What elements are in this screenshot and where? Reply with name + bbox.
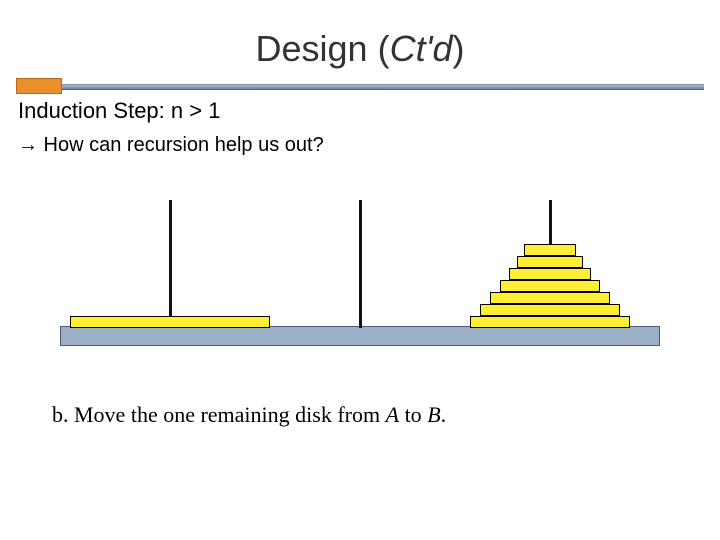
hanoi-disk — [470, 316, 630, 328]
sub-line-text: How can recursion help us out? — [38, 134, 324, 156]
divider-rule — [16, 84, 704, 90]
hanoi-peg-2 — [359, 200, 362, 328]
caption: b. Move the one remaining disk from A to… — [52, 402, 446, 428]
hanoi-disk — [500, 280, 600, 292]
hanoi-disk — [509, 268, 591, 280]
step-heading: Induction Step: n > 1 — [18, 98, 220, 124]
sub-line: → How can recursion help us out? — [18, 134, 324, 157]
caption-b: B — [427, 402, 440, 427]
hanoi-peg-1 — [169, 200, 172, 328]
caption-mid: to — [399, 402, 427, 427]
title-prefix: Design ( — [256, 28, 390, 69]
caption-suffix: . — [441, 402, 447, 427]
hanoi-disk — [480, 304, 620, 316]
caption-a: A — [386, 402, 399, 427]
slide-title: Design (Ct'd) — [0, 28, 720, 70]
hanoi-diagram — [60, 180, 660, 360]
slide: Design (Ct'd) Induction Step: n > 1 → Ho… — [0, 0, 720, 540]
hanoi-platform — [60, 326, 660, 346]
hanoi-disk — [490, 292, 610, 304]
accent-block — [16, 78, 62, 94]
title-italic: Ct'd — [390, 28, 453, 69]
hanoi-disk — [524, 244, 576, 256]
hanoi-disk — [517, 256, 583, 268]
arrow-icon: → — [18, 134, 38, 156]
hanoi-disk — [70, 316, 270, 328]
caption-prefix: b. Move the one remaining disk from — [52, 402, 386, 427]
title-suffix: ) — [452, 28, 464, 69]
